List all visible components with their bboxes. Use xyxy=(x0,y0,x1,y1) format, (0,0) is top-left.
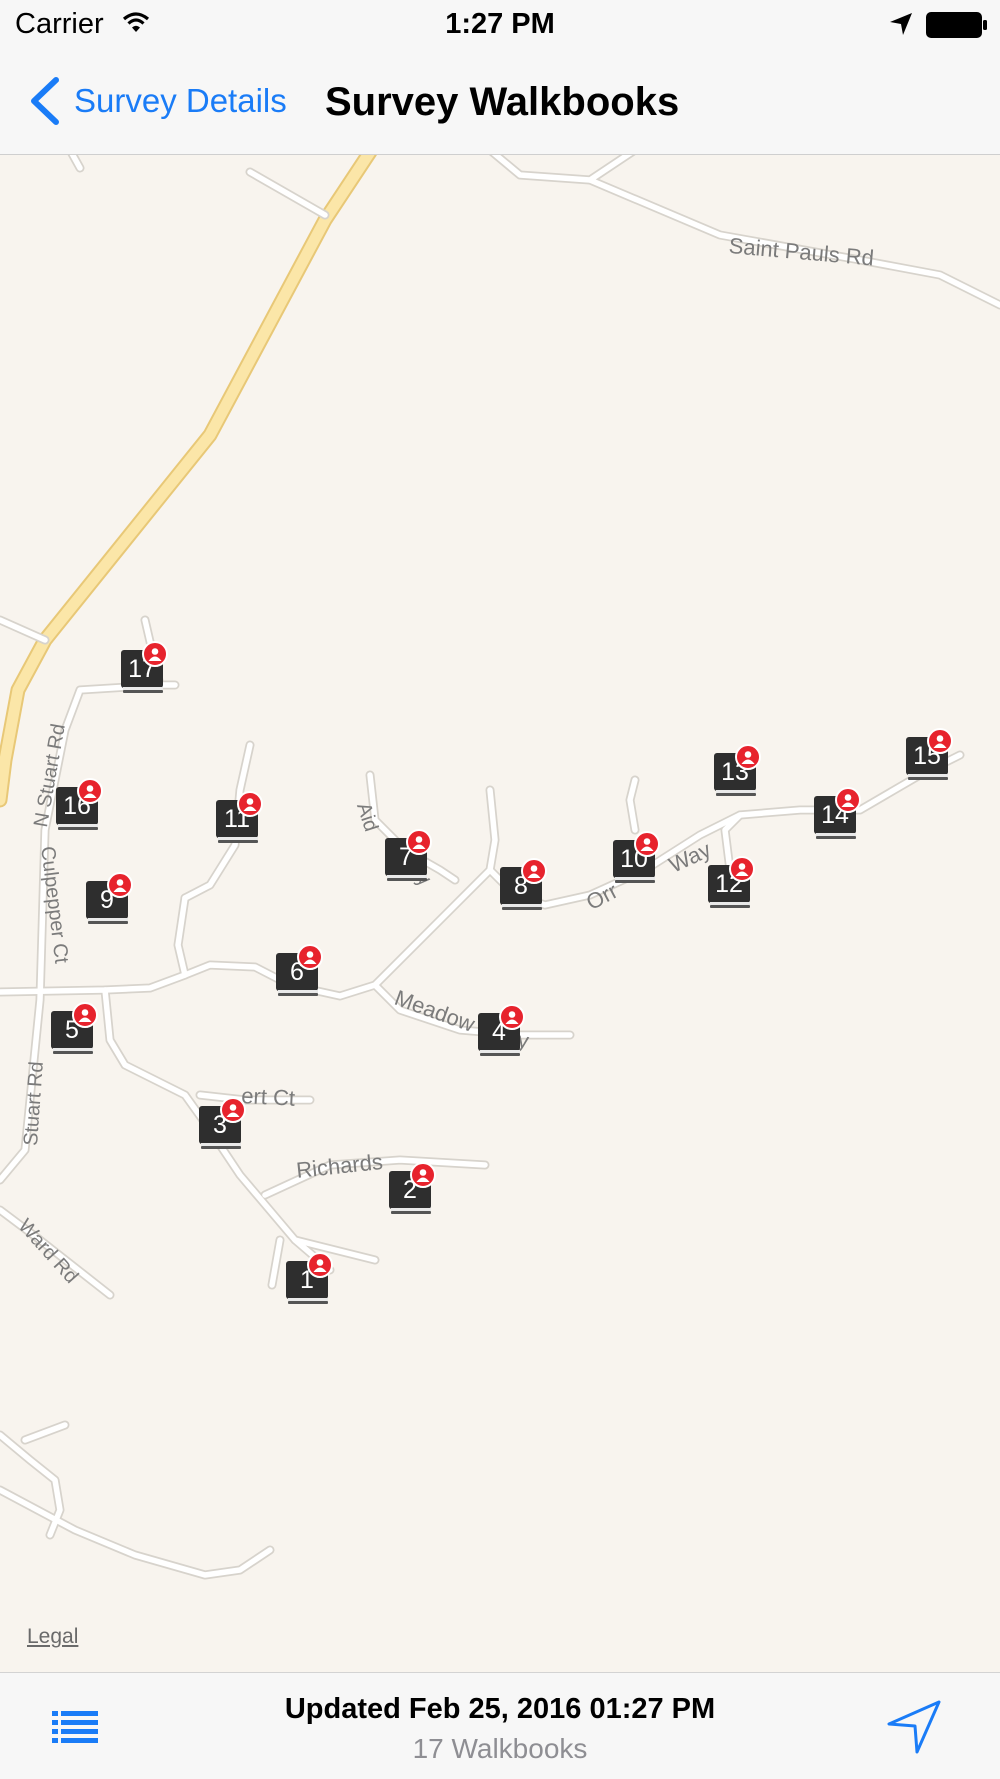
walkbook-pin[interactable]: 12 xyxy=(707,856,757,914)
walkbook-pin[interactable]: 6 xyxy=(275,944,325,1002)
navigation-bar: Survey Details Survey Walkbooks xyxy=(0,50,1000,155)
person-badge-icon xyxy=(220,1097,246,1123)
walkbook-pin[interactable]: 13 xyxy=(713,744,763,802)
back-button-label: Survey Details xyxy=(74,82,287,119)
person-badge-icon xyxy=(406,829,432,855)
bottom-toolbar: Updated Feb 25, 2016 01:27 PM 17 Walkboo… xyxy=(0,1672,1000,1779)
person-badge-icon xyxy=(729,856,755,882)
person-badge-icon xyxy=(499,1004,525,1030)
legal-link[interactable]: Legal xyxy=(27,1625,78,1649)
status-bar: Carrier 1:27 PM xyxy=(0,0,1000,50)
walkbook-pin[interactable]: 15 xyxy=(905,728,955,786)
walkbook-pin[interactable]: 10 xyxy=(612,831,662,889)
walkbook-count: 17 Walkbooks xyxy=(412,1733,588,1764)
walkbook-pin[interactable]: 9 xyxy=(85,872,135,930)
battery-icon xyxy=(926,12,987,38)
person-badge-icon xyxy=(927,728,953,754)
walkbook-pin[interactable]: 5 xyxy=(50,1002,100,1060)
walkbook-pin[interactable]: 11 xyxy=(215,791,265,849)
walkbook-pin[interactable]: 17 xyxy=(120,641,170,699)
person-badge-icon xyxy=(72,1002,98,1028)
person-badge-icon xyxy=(77,778,103,804)
location-arrow-icon[interactable] xyxy=(886,1699,942,1755)
back-button[interactable]: Survey Details xyxy=(28,76,287,126)
walkbook-pin[interactable]: 16 xyxy=(55,778,105,836)
person-badge-icon xyxy=(237,791,263,817)
person-badge-icon xyxy=(142,641,168,667)
walkbook-pin[interactable]: 7 xyxy=(384,829,434,887)
updated-timestamp: Updated Feb 25, 2016 01:27 PM xyxy=(284,1693,716,1725)
person-badge-icon xyxy=(521,858,547,884)
road-label: ert Ct xyxy=(240,1083,296,1111)
walkbook-pin[interactable]: 3 xyxy=(198,1097,248,1155)
walkbook-pin[interactable]: 2 xyxy=(388,1162,438,1220)
walkbook-pin[interactable]: 8 xyxy=(499,858,549,916)
person-badge-icon xyxy=(634,831,660,857)
person-badge-icon xyxy=(410,1162,436,1188)
person-badge-icon xyxy=(835,787,861,813)
map-view[interactable]: Saint Pauls Rd N Stuart Rd Culpepper Ct … xyxy=(0,155,1000,1672)
person-badge-icon xyxy=(297,944,323,970)
walkbook-pin[interactable]: 4 xyxy=(477,1004,527,1062)
chevron-left-icon xyxy=(31,77,59,125)
status-time: 1:27 PM xyxy=(445,8,555,40)
person-badge-icon xyxy=(735,744,761,770)
person-badge-icon xyxy=(307,1252,333,1278)
person-badge-icon xyxy=(107,872,133,898)
location-arrow-icon xyxy=(890,13,912,35)
walkbook-pin[interactable]: 14 xyxy=(813,787,863,845)
walkbook-pin[interactable]: 1 xyxy=(285,1252,335,1310)
page-title: Survey Walkbooks xyxy=(325,80,680,124)
